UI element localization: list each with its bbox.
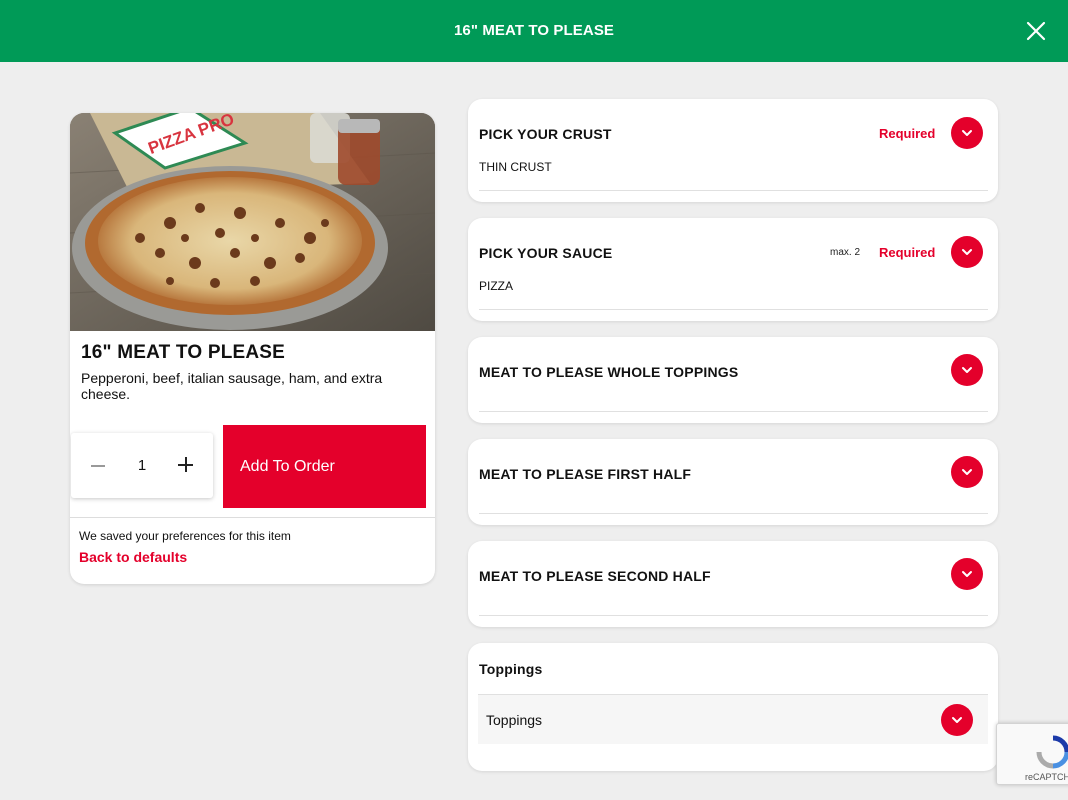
chevron-down-icon[interactable] [951,558,983,590]
section-toppings: Toppings Toppings [468,643,998,771]
required-badge: Required [879,245,936,260]
divider [479,411,988,412]
item-card: PIZZA PRO 16" MEAT TO PLEASE Pepperoni, … [70,113,435,584]
recaptcha-icon [1036,735,1068,769]
quantity-stepper: 1 [71,433,213,498]
divider [479,309,988,310]
section-sauce[interactable]: PICK YOUR SAUCE max. 2 Required PIZZA [468,218,998,321]
divider [479,615,988,616]
item-description: Pepperoni, beef, italian sausage, ham, a… [81,370,383,402]
back-to-defaults-link[interactable]: Back to defaults [79,549,187,565]
chevron-down-icon[interactable] [941,704,973,736]
add-to-order-button[interactable]: Add To Order [223,425,426,508]
section-heading: MEAT TO PLEASE WHOLE TOPPINGS [479,364,739,380]
plus-icon[interactable] [178,457,194,473]
recaptcha-badge[interactable]: reCAPTCHA [996,723,1068,785]
max-selection-note: max. 2 [830,247,861,258]
minus-icon[interactable] [91,455,107,475]
selected-option: THIN CRUST [479,160,552,174]
chevron-down-icon[interactable] [951,354,983,386]
section-second-half[interactable]: MEAT TO PLEASE SECOND HALF [468,541,998,627]
section-crust[interactable]: PICK YOUR CRUST Required THIN CRUST [468,99,998,202]
modal-header: 16" MEAT TO PLEASE [0,0,1068,62]
divider [70,517,435,518]
quantity-value: 1 [137,457,147,474]
chevron-down-icon[interactable] [951,236,983,268]
section-heading: Toppings [479,661,543,677]
modal-title: 16" MEAT TO PLEASE [453,22,615,39]
toppings-dropdown[interactable]: Toppings [478,694,988,744]
chevron-down-icon[interactable] [951,117,983,149]
divider [479,190,988,191]
section-heading: MEAT TO PLEASE FIRST HALF [479,466,692,482]
close-icon[interactable] [1024,19,1048,43]
section-heading: PICK YOUR SAUCE [479,245,613,261]
section-whole-toppings[interactable]: MEAT TO PLEASE WHOLE TOPPINGS [468,337,998,423]
required-badge: Required [879,126,936,141]
saved-preferences-note: We saved your preferences for this item [79,529,291,543]
chevron-down-icon[interactable] [951,456,983,488]
section-heading: PICK YOUR CRUST [479,126,612,142]
pizza-image: PIZZA PRO [70,113,435,331]
selected-option: PIZZA [479,279,514,293]
section-first-half[interactable]: MEAT TO PLEASE FIRST HALF [468,439,998,525]
toppings-dropdown-label: Toppings [486,712,543,728]
recaptcha-label: reCAPTCHA [1025,772,1068,782]
item-name: 16" MEAT TO PLEASE [81,342,286,363]
divider [479,513,988,514]
section-heading: MEAT TO PLEASE SECOND HALF [479,568,711,584]
